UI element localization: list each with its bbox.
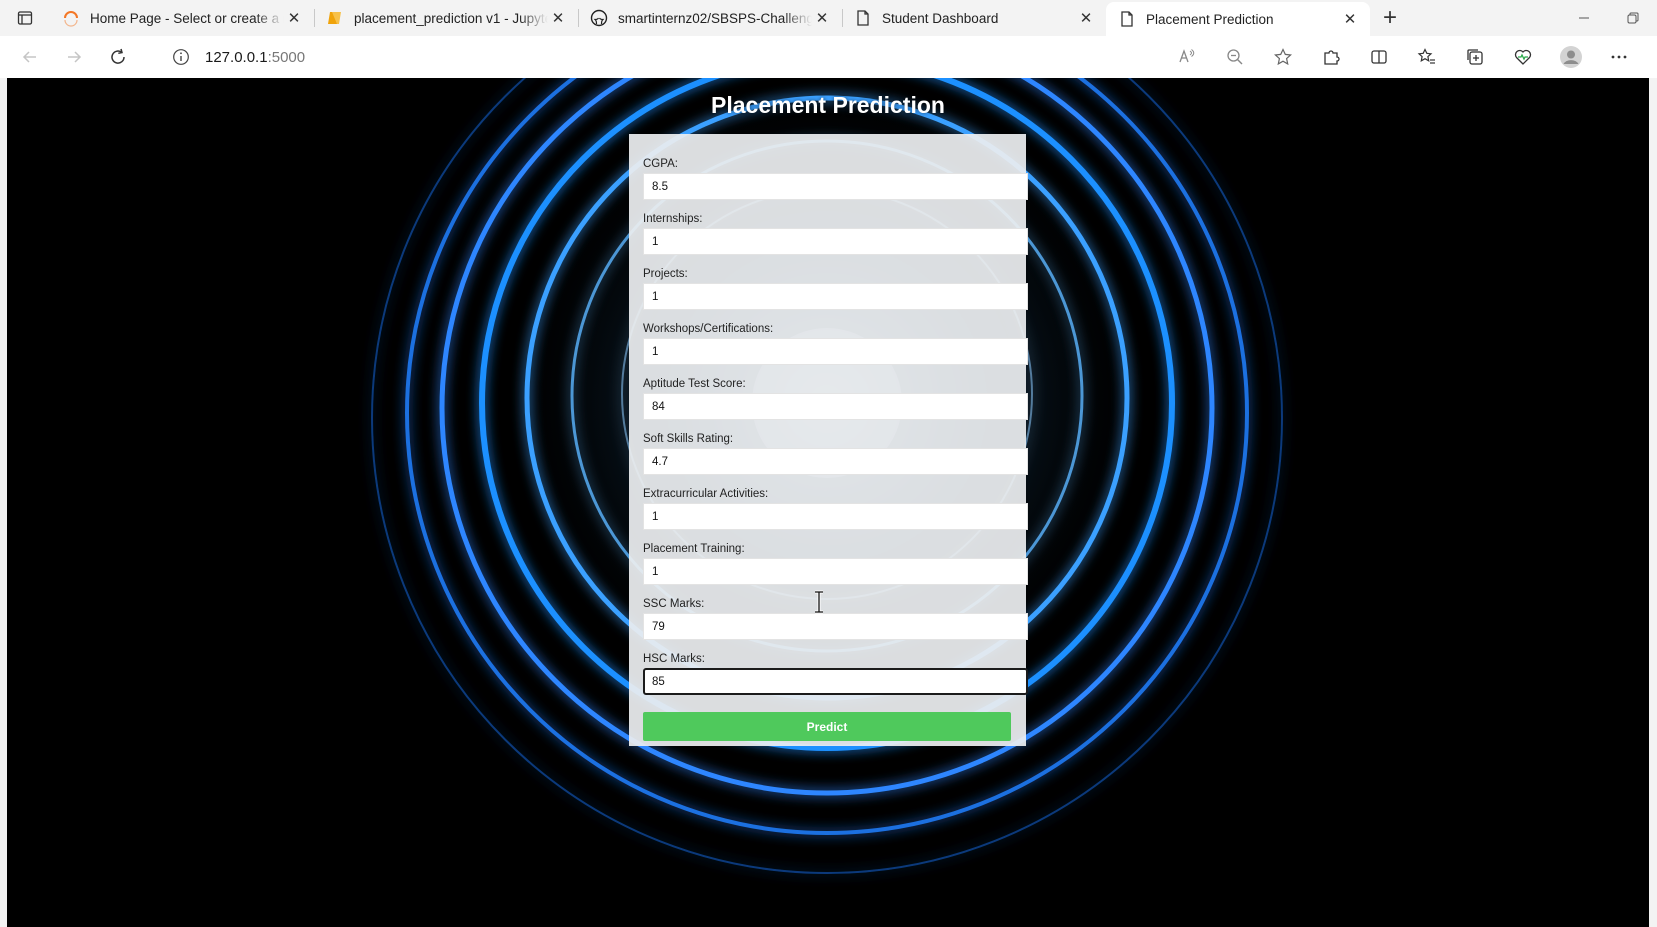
tab-notebook[interactable]: placement_prediction v1 - Jupyte ✕ [314, 0, 578, 36]
field-label: Soft Skills Rating: [643, 433, 734, 445]
favorites-list-icon [1417, 48, 1435, 64]
tab-title: Placement Prediction [1146, 11, 1274, 27]
window-controls [1559, 0, 1657, 36]
split-screen-button[interactable] [1355, 41, 1403, 73]
toolbar-actions [1163, 41, 1643, 73]
collections-button[interactable] [1451, 41, 1499, 73]
close-icon[interactable]: ✕ [284, 8, 304, 28]
field-soft-skills: Soft Skills Rating: 4.7 [643, 431, 1028, 486]
projects-input[interactable]: 1 [643, 283, 1028, 310]
internships-input[interactable]: 1 [643, 228, 1028, 255]
url-port: :5000 [267, 48, 306, 66]
tab-title: Student Dashboard [882, 10, 999, 26]
star-icon [1274, 48, 1292, 66]
tab-title: Home Page - Select or create a n [90, 10, 284, 26]
field-label: Workshops/Certifications: [643, 323, 774, 335]
puzzle-icon [1324, 50, 1340, 65]
ssc-marks-input[interactable]: 79 [643, 613, 1028, 640]
field-label: Internships: [643, 213, 703, 225]
tab-actions-button[interactable] [0, 0, 50, 36]
favorites-button[interactable] [1403, 41, 1451, 73]
tab-strip: Home Page - Select or create a n ✕ place… [0, 0, 1657, 36]
favorite-button[interactable] [1259, 41, 1307, 73]
page-viewport: Placement Prediction CGPA: 8.5 Internshi… [7, 78, 1649, 927]
prediction-form: CGPA: 8.5 Internships: 1 Projects: 1 Wor… [629, 134, 1028, 746]
site-info-icon[interactable] [172, 48, 190, 66]
field-extracurricular: Extracurricular Activities: 1 [643, 486, 1028, 541]
tab-placement-prediction[interactable]: Placement Prediction ✕ [1106, 2, 1370, 36]
back-button[interactable] [12, 41, 48, 73]
placement-training-input[interactable]: 1 [643, 558, 1028, 585]
extensions-button[interactable] [1307, 41, 1355, 73]
extracurricular-input[interactable]: 1 [643, 503, 1028, 530]
field-cgpa: CGPA: 8.5 [643, 156, 1028, 211]
soft-skills-input[interactable]: 4.7 [643, 448, 1028, 475]
field-label: SSC Marks: [643, 598, 705, 610]
field-label: Aptitude Test Score: [643, 378, 746, 390]
back-arrow-icon [22, 51, 36, 63]
url-host: 127.0.0.1 [205, 48, 268, 66]
workshops-input[interactable]: 1 [643, 338, 1028, 365]
close-icon[interactable]: ✕ [812, 8, 832, 28]
field-label: Extracurricular Activities: [643, 488, 769, 500]
field-label: Placement Training: [643, 543, 745, 555]
performance-button[interactable] [1499, 41, 1547, 73]
jupyter-spinner-icon [62, 9, 80, 27]
field-label: CGPA: [643, 158, 678, 170]
tab-student-dashboard[interactable]: Student Dashboard ✕ [842, 0, 1106, 36]
page-title: Placement Prediction [711, 92, 945, 118]
cgpa-input[interactable]: 8.5 [643, 173, 1028, 200]
tab-jupyter-home[interactable]: Home Page - Select or create a n ✕ [50, 0, 314, 36]
read-aloud-button[interactable] [1163, 41, 1211, 73]
tab-title: smartinternz02/SBSPS-Challenge [618, 10, 812, 26]
collections-icon [1467, 49, 1483, 65]
field-hsc: HSC Marks: 85 [643, 651, 1028, 706]
text-cursor-icon [815, 590, 823, 614]
zoom-button[interactable] [1211, 41, 1259, 73]
field-workshops: Workshops/Certifications: 1 [643, 321, 1028, 376]
profile-button[interactable] [1547, 41, 1595, 73]
restore-icon [1627, 12, 1638, 24]
field-placement-training: Placement Training: 1 [643, 541, 1028, 596]
tab-github[interactable]: smartinternz02/SBSPS-Challenge ✕ [578, 0, 842, 36]
plus-icon: + [1382, 4, 1397, 31]
aptitude-score-input[interactable]: 84 [643, 393, 1028, 420]
settings-more-button[interactable] [1595, 41, 1643, 73]
close-icon[interactable]: ✕ [548, 8, 568, 28]
field-aptitude: Aptitude Test Score: 84 [643, 376, 1028, 431]
more-dots-icon [1611, 55, 1627, 59]
field-label: Projects: [643, 268, 688, 280]
read-aloud-icon [1179, 49, 1195, 63]
minimize-button[interactable] [1559, 0, 1608, 36]
forward-button[interactable] [56, 41, 92, 73]
close-icon[interactable]: ✕ [1340, 9, 1360, 29]
refresh-icon [111, 48, 125, 64]
predict-button[interactable]: Predict [643, 712, 1011, 741]
split-screen-icon [1371, 50, 1387, 64]
notebook-icon [326, 9, 344, 27]
page-icon [1118, 10, 1136, 28]
browser-toolbar: 127.0.0.1:5000 [0, 36, 1657, 78]
address-bar[interactable]: 127.0.0.1:5000 [172, 41, 305, 73]
hsc-marks-input[interactable]: 85 [643, 668, 1028, 695]
github-icon [590, 9, 608, 27]
zoom-out-icon [1227, 49, 1243, 65]
tab-actions-icon [17, 11, 33, 25]
new-tab-button[interactable]: + [1370, 0, 1410, 36]
restore-button[interactable] [1608, 0, 1657, 36]
field-internships: Internships: 1 [643, 211, 1028, 266]
field-label: HSC Marks: [643, 653, 705, 665]
page-icon [854, 9, 872, 27]
field-ssc: SSC Marks: 79 [643, 596, 1028, 651]
tab-title: placement_prediction v1 - Jupyte [354, 10, 548, 26]
refresh-button[interactable] [100, 41, 136, 73]
heart-pulse-icon [1514, 49, 1532, 65]
minimize-icon [1578, 17, 1589, 19]
field-projects: Projects: 1 [643, 266, 1028, 321]
close-icon[interactable]: ✕ [1076, 8, 1096, 28]
forward-arrow-icon [68, 51, 82, 63]
avatar-icon [1560, 46, 1582, 68]
